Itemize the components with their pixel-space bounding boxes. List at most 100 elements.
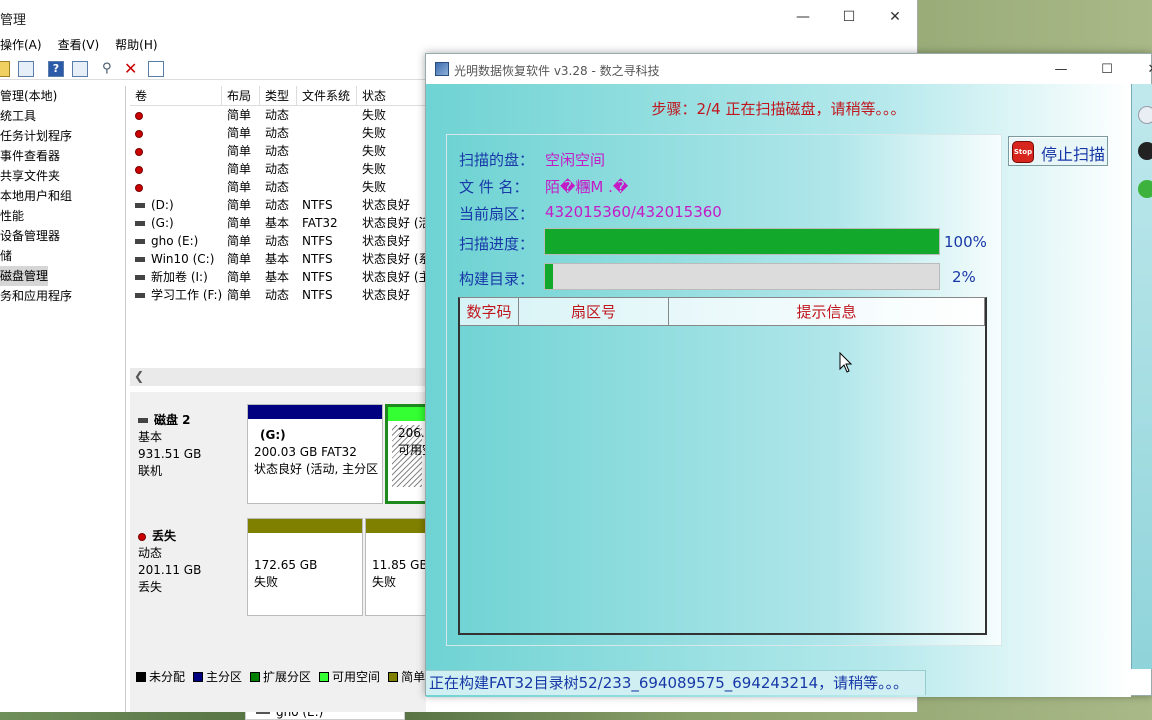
volume-cell: (D:) — [130, 196, 222, 214]
disk2-size: 931.51 GB — [138, 447, 202, 461]
col-filesystem[interactable]: 文件系统 — [297, 86, 357, 105]
menu-action[interactable]: 操作(A) — [0, 36, 42, 54]
col-hint-info[interactable]: 提示信息 — [669, 298, 985, 325]
legend-label: 简单 — [401, 670, 426, 684]
menu-view[interactable]: 查看(V) — [58, 36, 100, 54]
scan-disk-value: 空闲空间 — [545, 151, 606, 169]
disk2-label[interactable]: 磁盘 2 基本 931.51 GB 联机 — [130, 398, 245, 510]
volume-name: Win10 (C:) — [151, 252, 215, 266]
qq-icon[interactable] — [1138, 142, 1152, 160]
table-row[interactable]: gho (E:) 简单 动态 NTFS 状态良好 — [130, 232, 426, 250]
tree-item-disk-management[interactable]: 磁盘管理 — [0, 266, 48, 286]
tree-item[interactable]: 储 — [0, 246, 125, 266]
results-table[interactable]: 数字码 扇区号 提示信息 — [458, 297, 987, 635]
lost-p1-status: 失败 — [254, 575, 279, 589]
status-cell: 失败 — [362, 144, 387, 158]
cloud-icon[interactable] — [1138, 106, 1152, 124]
volume-cell — [130, 124, 222, 142]
table-row[interactable]: (G:) 简单 基本 FAT32 状态良好 (活 — [130, 214, 426, 232]
console-icon[interactable] — [72, 61, 88, 77]
build-progress-percent: 2% — [952, 268, 976, 286]
status-cell: 状态良好 (主 — [362, 270, 426, 284]
horizontal-scrollbar[interactable]: ❮ — [130, 368, 426, 386]
table-row[interactable]: 简单 动态 失败 — [130, 160, 426, 178]
step-text: 步骤：2/4 正在扫描磁盘，请稍等。。。 — [651, 100, 906, 118]
side-strip — [1131, 84, 1152, 669]
error-icon — [135, 183, 143, 192]
table-row[interactable]: 简单 动态 失败 — [130, 124, 426, 142]
volume-cell: 新加卷 (I:) — [130, 268, 222, 286]
dm-window-title: 管理 — [0, 13, 27, 28]
col-volume[interactable]: 卷 — [130, 86, 222, 105]
menu-help[interactable]: 帮助(H) — [115, 36, 157, 54]
primary-partition-bar — [248, 405, 382, 419]
folder-icon[interactable] — [0, 61, 10, 77]
volume-list: 卷 布局 类型 文件系统 状态 简单 动态 失败 简单 动态 失败 简单 动态 失败 简单 动态 失败… — [130, 86, 426, 386]
scan-disk-label: 扫描的盘： — [459, 151, 535, 169]
help-icon[interactable]: ? — [48, 61, 64, 77]
filesystem-cell: NTFS — [302, 270, 333, 284]
status-cell: 失败 — [362, 108, 387, 122]
volume-cell: (G:) — [130, 214, 222, 232]
partition-g[interactable]: (G:) 200.03 GB FAT32 状态良好 (活动, 主分区 — [247, 404, 383, 504]
table-row[interactable]: (D:) 简单 动态 NTFS 状态良好 — [130, 196, 426, 214]
table-row[interactable]: 简单 动态 失败 — [130, 178, 426, 196]
close-icon[interactable]: ✕ — [1130, 54, 1152, 84]
tree-item[interactable]: 任务计划程序 — [0, 126, 125, 146]
minimize-icon[interactable]: — — [1038, 54, 1084, 84]
table-row[interactable]: 简单 动态 失败 — [130, 106, 426, 124]
drive-icon — [135, 203, 145, 208]
tree-item[interactable]: 务和应用程序 — [0, 286, 125, 306]
help-icon[interactable] — [1138, 180, 1152, 198]
tree-item[interactable]: 事件查看器 — [0, 146, 125, 166]
minimize-icon[interactable]: — — [780, 0, 826, 34]
table-row[interactable]: 学习工作 (F:) 简单 动态 NTFS 状态良好 — [130, 286, 426, 304]
legend-label: 主分区 — [206, 670, 243, 684]
layout-cell: 简单 — [227, 108, 252, 122]
volume-name: 新加卷 (I:) — [151, 270, 208, 284]
connect-icon[interactable]: ⚲ — [102, 61, 118, 77]
tree-item[interactable]: 统工具 — [0, 106, 125, 126]
col-digit-code[interactable]: 数字码 — [460, 298, 519, 325]
delete-icon[interactable]: ✕ — [124, 61, 140, 77]
table-row[interactable]: Win10 (C:) 简单 基本 NTFS 状态良好 (系 — [130, 250, 426, 268]
stop-scan-button[interactable]: Stop 停止扫描 — [1008, 136, 1108, 166]
table-row[interactable]: 新加卷 (I:) 简单 基本 NTFS 状态良好 (主 — [130, 268, 426, 286]
dm-menu-bar: 操作(A) 查看(V) 帮助(H) — [0, 36, 158, 54]
maximize-icon[interactable]: ☐ — [1084, 54, 1130, 84]
export-icon[interactable] — [148, 61, 164, 77]
lost-disk-label[interactable]: 丢失 动态 201.11 GB 丢失 — [130, 514, 245, 626]
partition-g-info: 200.03 GB FAT32 — [254, 445, 357, 459]
volume-cell: Win10 (C:) — [130, 250, 222, 268]
col-status[interactable]: 状态 — [357, 86, 426, 105]
properties-icon[interactable] — [18, 61, 34, 77]
filesystem-cell: NTFS — [302, 198, 333, 212]
scroll-left-icon[interactable]: ❮ — [134, 369, 144, 383]
filesystem-cell: NTFS — [302, 252, 333, 266]
legend-swatch — [250, 672, 261, 682]
volume-name: gho (E:) — [151, 234, 199, 248]
volume-rows: 简单 动态 失败 简单 动态 失败 简单 动态 失败 简单 动态 失败 简单 动态 失败 (D:) 简单 动态 NT… — [130, 106, 426, 304]
status-cell: 失败 — [362, 180, 387, 194]
col-layout[interactable]: 布局 — [222, 86, 260, 105]
scan-progress-fill — [545, 229, 939, 254]
scan-progress-percent: 100% — [944, 233, 987, 251]
layout-cell: 简单 — [227, 126, 252, 140]
tree-item[interactable]: 本地用户和组 — [0, 186, 125, 206]
maximize-icon[interactable]: ☐ — [826, 0, 872, 34]
lost-name: 丢失 — [152, 529, 177, 543]
tree-item[interactable]: 共享文件夹 — [0, 166, 125, 186]
filesystem-cell — [297, 178, 357, 196]
col-sector-number[interactable]: 扇区号 — [519, 298, 669, 325]
table-row[interactable]: 简单 动态 失败 — [130, 142, 426, 160]
tree-item[interactable]: 性能 — [0, 206, 125, 226]
error-icon — [135, 129, 143, 138]
lost-partition-1[interactable]: 172.65 GB 失败 — [247, 518, 363, 616]
layout-cell: 简单 — [227, 252, 252, 266]
col-type[interactable]: 类型 — [260, 86, 297, 105]
build-progress-bar — [544, 263, 940, 290]
type-cell: 基本 — [265, 216, 290, 230]
close-icon[interactable]: ✕ — [872, 0, 918, 34]
tree-item[interactable]: 设备管理器 — [0, 226, 125, 246]
tree-item[interactable]: 管理(本地) — [0, 86, 125, 106]
